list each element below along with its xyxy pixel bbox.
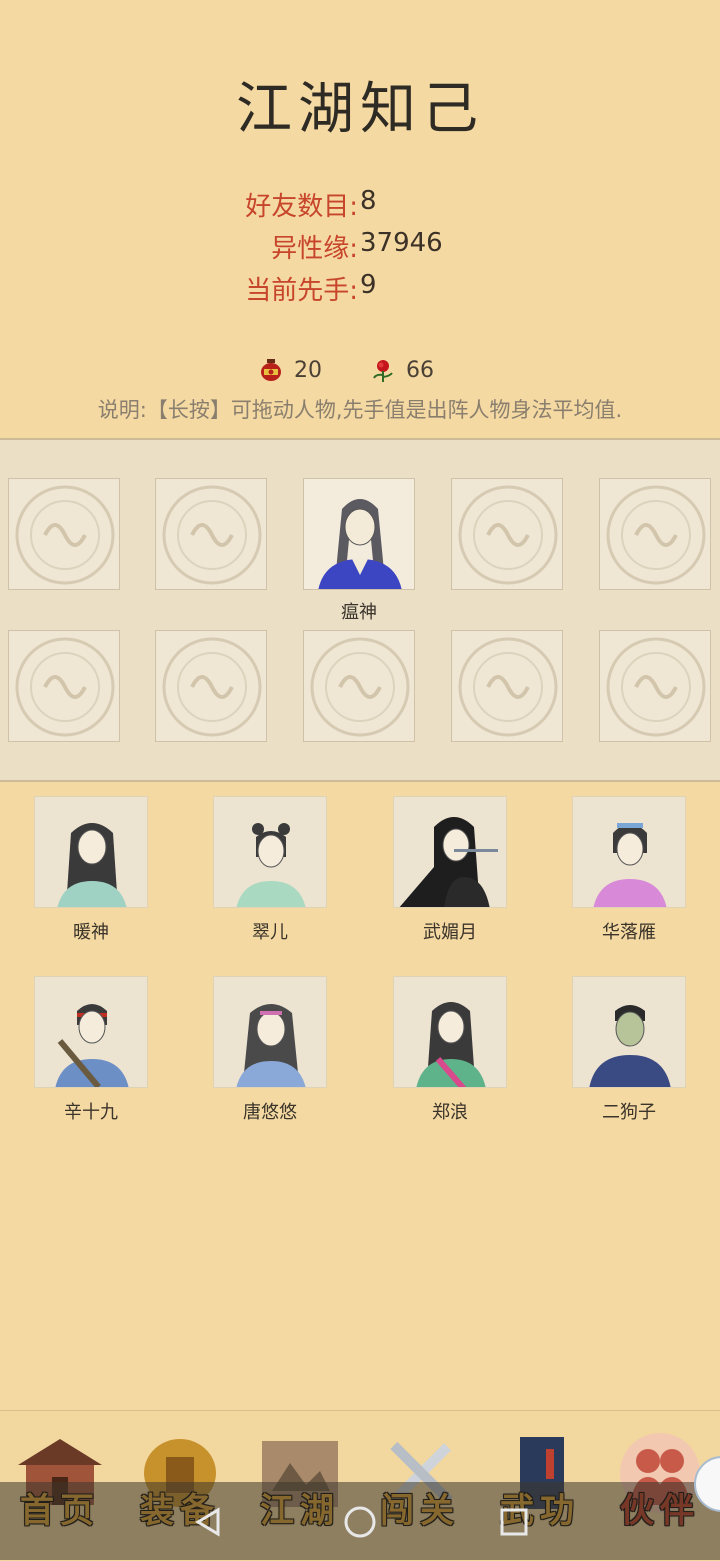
companion-portrait [572, 796, 686, 908]
companion-name: 华落雁 [602, 922, 656, 943]
companion-name: 暖神 [73, 922, 109, 943]
resource-rose-count: 66 [406, 357, 434, 383]
empty-slot-emblem-icon [162, 485, 262, 585]
formation-slot-empty[interactable] [451, 630, 563, 742]
page-title: 江湖知己 [236, 77, 484, 142]
companion-card[interactable]: 唐悠悠 [213, 976, 327, 1124]
companion-card[interactable]: 郑浪 [393, 976, 507, 1124]
companion-name: 二狗子 [602, 1102, 656, 1123]
resource-wine-count: 20 [294, 357, 322, 383]
empty-slot-emblem-icon [15, 485, 115, 585]
stat-value: 8 [360, 186, 377, 216]
resource-wine: 20 [258, 352, 322, 388]
formation-grid: 瘟神 [0, 438, 720, 782]
stat-label: 异性缘: [271, 234, 358, 264]
formation-slot-empty[interactable] [8, 630, 120, 742]
companion-name: 武媚月 [423, 922, 477, 943]
empty-slot-emblem-icon [458, 637, 558, 737]
companion-portrait [213, 796, 327, 908]
empty-slot-emblem-icon [606, 485, 706, 585]
empty-slot-emblem-icon [458, 485, 558, 585]
companion-card[interactable]: 武媚月 [393, 796, 507, 944]
companion-card[interactable]: 辛十九 [34, 976, 148, 1124]
stat-friend-count: 好友数目: 8 [0, 186, 720, 226]
companion-name: 翠儿 [252, 922, 288, 943]
stat-initiative: 当前先手: 9 [0, 270, 720, 310]
character-portrait [318, 499, 402, 589]
home-icon[interactable] [342, 1504, 378, 1540]
recents-icon[interactable] [496, 1504, 532, 1540]
wine-jar-icon [258, 357, 284, 383]
system-navigation-bar [0, 1482, 720, 1560]
companion-name: 郑浪 [432, 1102, 468, 1123]
companion-card[interactable]: 暖神 [34, 796, 148, 944]
companion-portrait [213, 976, 327, 1088]
companion-card[interactable]: 二狗子 [572, 976, 686, 1124]
companion-portrait [34, 976, 148, 1088]
formation-slot-empty[interactable] [155, 630, 267, 742]
resources-row: 20 66 [0, 352, 720, 388]
stat-charm: 异性缘: 37946 [0, 228, 720, 268]
empty-slot-emblem-icon [606, 637, 706, 737]
companion-portrait [572, 976, 686, 1088]
stat-value: 37946 [360, 228, 443, 258]
empty-slot-emblem-icon [162, 637, 262, 737]
formation-slot-empty[interactable] [599, 630, 711, 742]
back-icon[interactable] [190, 1504, 226, 1540]
formation-slot-empty[interactable] [599, 478, 711, 590]
companion-name: 唐悠悠 [243, 1102, 297, 1123]
companion-card[interactable]: 翠儿 [213, 796, 327, 944]
formation-slot-character[interactable] [303, 478, 415, 590]
rose-icon [370, 357, 396, 383]
companion-portrait [34, 796, 148, 908]
instructions-note: 说明:【长按】可拖动人物,先手值是出阵人物身法平均值. [97, 398, 623, 422]
formation-slot-empty[interactable] [155, 478, 267, 590]
stat-value: 9 [360, 270, 377, 300]
formation-slot-empty[interactable] [451, 478, 563, 590]
companion-portrait [393, 976, 507, 1088]
formation-slot-empty[interactable] [8, 478, 120, 590]
companion-name: 辛十九 [64, 1102, 118, 1123]
empty-slot-emblem-icon [310, 637, 410, 737]
stat-label: 当前先手: [245, 276, 358, 306]
stat-label: 好友数目: [245, 192, 358, 222]
companion-portrait [393, 796, 507, 908]
formation-slot-empty[interactable] [303, 630, 415, 742]
resource-rose: 66 [370, 352, 434, 388]
formation-character-name: 瘟神 [341, 602, 377, 623]
empty-slot-emblem-icon [15, 637, 115, 737]
companion-card[interactable]: 华落雁 [572, 796, 686, 944]
